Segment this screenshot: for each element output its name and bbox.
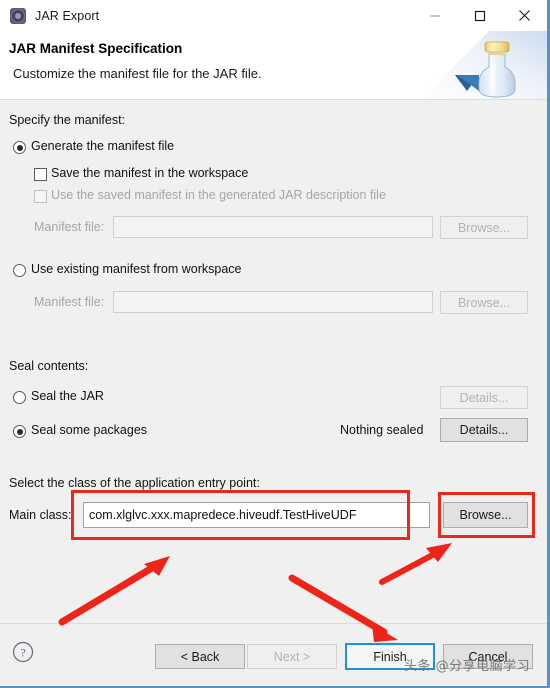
seal-contents-label: Seal contents: (9, 359, 89, 373)
jar-export-gear-icon (10, 7, 26, 24)
jar-export-dialog: JAR Export JAR Manifest Specification Cu… (0, 0, 550, 688)
radio-seal-some-packages[interactable] (13, 425, 26, 438)
radio-use-existing-manifest[interactable] (13, 264, 26, 277)
existing-manifest-file-input[interactable] (113, 291, 433, 313)
entry-point-label: Select the class of the application entr… (9, 476, 260, 490)
checkbox-save-manifest-label: Save the manifest in the workspace (51, 166, 249, 180)
main-class-label: Main class: (9, 508, 72, 522)
seal-jar-details-button: Details... (440, 386, 528, 409)
close-button[interactable] (502, 0, 547, 31)
radio-generate-manifest-label: Generate the manifest file (31, 139, 175, 153)
radio-use-existing-manifest-label: Use existing manifest from workspace (31, 262, 242, 276)
svg-text:?: ? (20, 646, 25, 660)
checkbox-use-saved-manifest (34, 190, 47, 203)
dialog-body: Specify the manifest: Generate the manif… (0, 100, 547, 623)
radio-generate-manifest[interactable] (13, 141, 26, 154)
checkbox-use-saved-manifest-label: Use the saved manifest in the generated … (51, 188, 386, 202)
minimize-button[interactable] (412, 0, 457, 31)
window-titlebar: JAR Export (0, 0, 547, 31)
radio-seal-some-packages-label: Seal some packages (31, 423, 148, 437)
maximize-icon (474, 10, 485, 21)
manifest-file-input[interactable] (113, 216, 433, 238)
back-button[interactable]: < Back (155, 644, 245, 669)
watermark-text: 头条 @分享电脑学习 (404, 659, 531, 674)
existing-manifest-browse-button: Browse... (440, 291, 528, 314)
radio-seal-the-jar-label: Seal the JAR (31, 389, 104, 403)
jar-bottle-icon (427, 31, 547, 100)
main-class-browse-button[interactable]: Browse... (443, 502, 528, 528)
window-controls (412, 0, 547, 31)
specify-manifest-label: Specify the manifest: (9, 113, 126, 127)
seal-packages-details-button[interactable]: Details... (440, 418, 528, 442)
page-subtitle: Customize the manifest file for the JAR … (13, 66, 262, 81)
page-title: JAR Manifest Specification (9, 41, 183, 56)
checkbox-save-manifest[interactable] (34, 168, 47, 181)
main-class-input[interactable] (83, 502, 430, 528)
window-title: JAR Export (35, 8, 100, 23)
close-icon (519, 10, 530, 21)
help-question-icon[interactable]: ? (12, 641, 34, 663)
radio-seal-the-jar[interactable] (13, 391, 26, 404)
maximize-button[interactable] (457, 0, 502, 31)
next-button: Next > (247, 644, 337, 669)
manifest-file-label: Manifest file: (34, 220, 105, 234)
minimize-icon (429, 15, 440, 16)
existing-manifest-file-label: Manifest file: (34, 295, 105, 309)
seal-status-label: Nothing sealed (340, 423, 424, 437)
wizard-header: JAR Manifest Specification Customize the… (0, 31, 547, 100)
manifest-file-browse-button: Browse... (440, 216, 528, 239)
